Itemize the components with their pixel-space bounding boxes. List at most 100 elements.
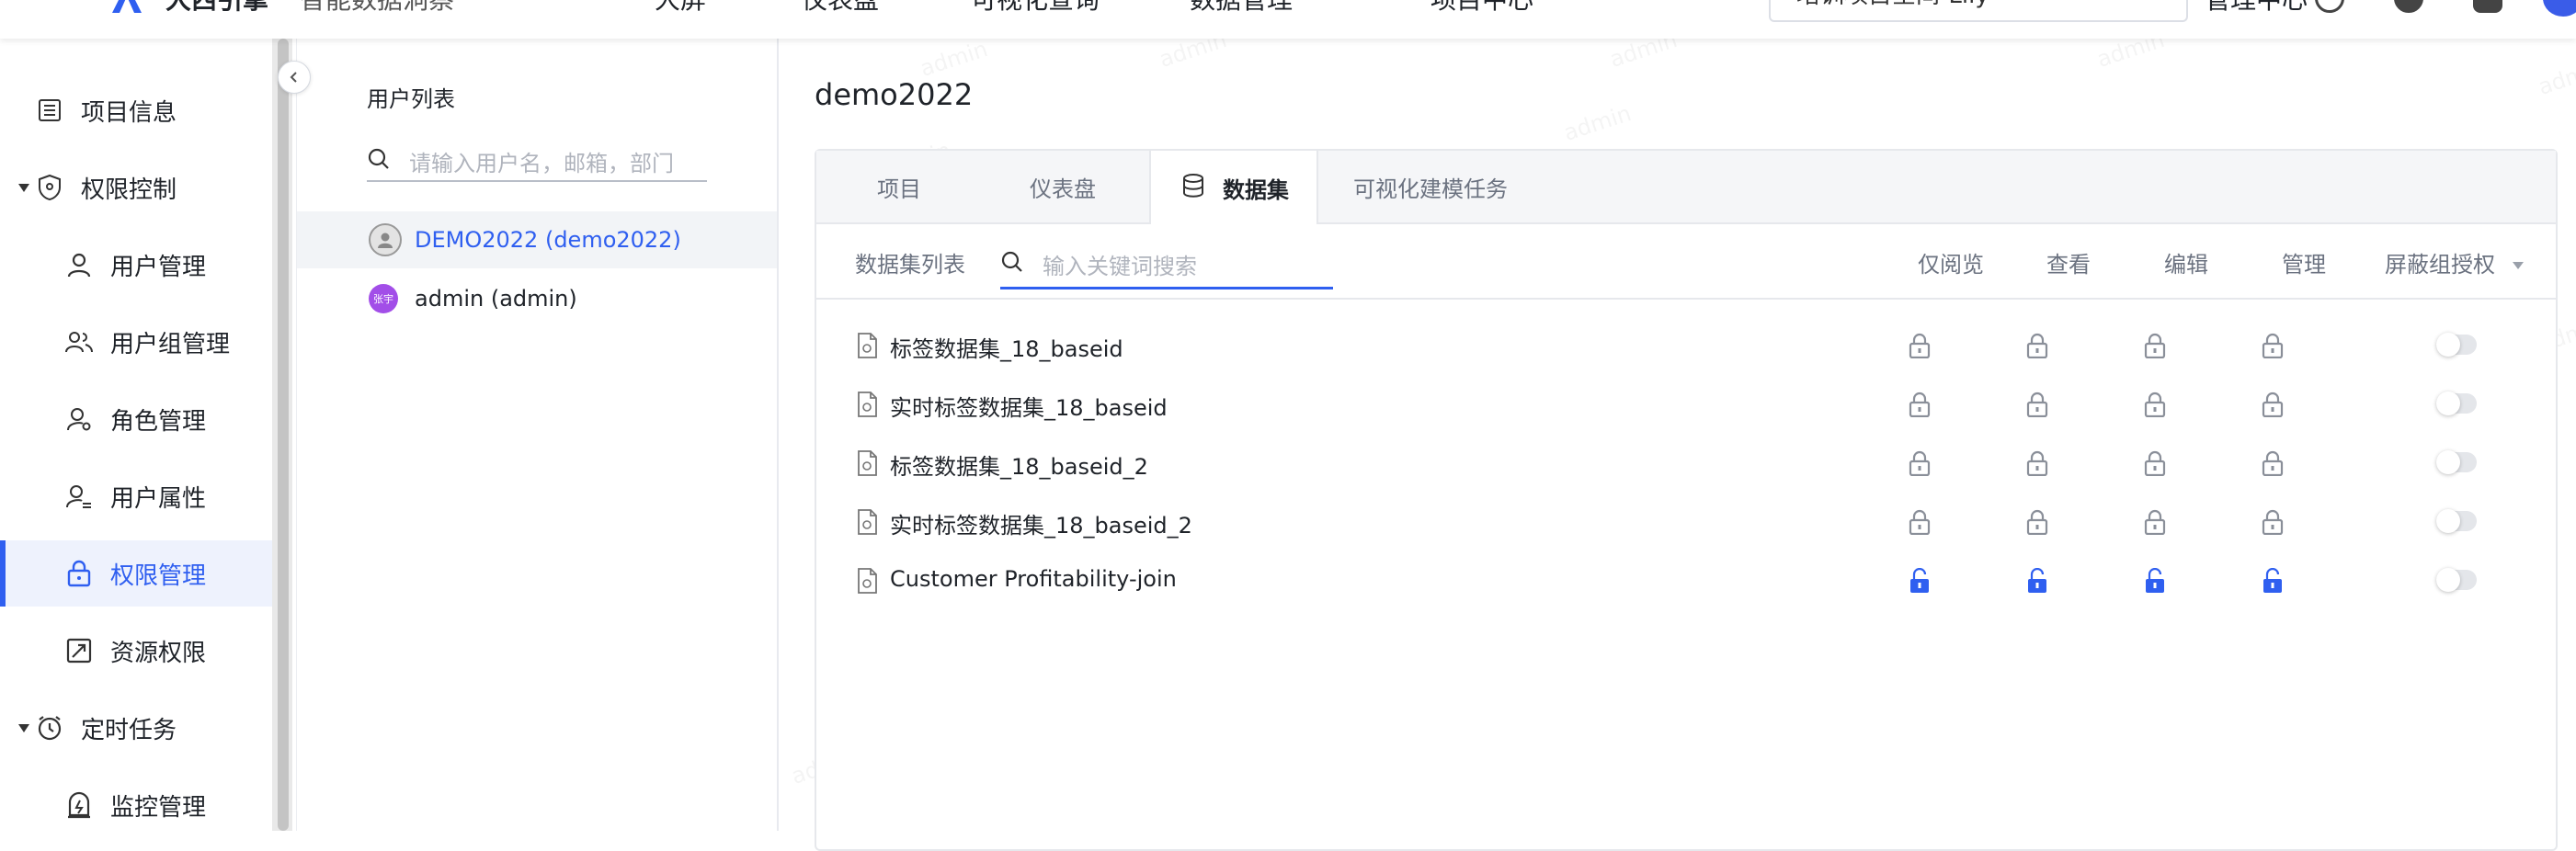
dataset-row[interactable]: 实时标签数据集_18_baseid_2 — [816, 493, 2556, 551]
info-icon[interactable] — [2315, 0, 2344, 13]
lock-icon-edit[interactable] — [2144, 450, 2166, 476]
column-header-edit: 编辑 — [2164, 252, 2208, 278]
dataset-file-icon — [858, 568, 877, 594]
user-attribute-icon — [64, 482, 94, 511]
user-list-panel: 用户列表 请输入用户名，邮箱，部门 DEMO2022 (demo2022) 张宇… — [296, 39, 779, 831]
unlock-icon-read-only[interactable] — [1909, 568, 1931, 594]
dataset-row[interactable]: 实时标签数据集_18_baseid — [816, 375, 2556, 434]
sidebar: 项目信息 权限控制 用户管理 用户组管理 角色管理 用户属性 权限管理 资源权限… — [0, 39, 272, 831]
lock-icon-view[interactable] — [2026, 391, 2048, 417]
lock-icon-view[interactable] — [2026, 450, 2048, 476]
unlock-icon-edit[interactable] — [2144, 568, 2166, 594]
chevron-left-icon — [290, 72, 297, 83]
resource-tabs: 项目 仪表盘 数据集 可视化建模任务 — [816, 151, 2556, 224]
dataset-name: 实时标签数据集_18_baseid_2 — [890, 513, 1192, 539]
dataset-list-label: 数据集列表 — [855, 252, 965, 278]
lock-icon-read-only[interactable] — [1909, 391, 1931, 417]
sidebar-group-permission-control[interactable]: 权限控制 — [0, 154, 272, 221]
lock-icon-read-only[interactable] — [1909, 450, 1931, 476]
clock-icon — [35, 713, 64, 743]
dataset-row[interactable]: 标签数据集_18_baseid_2 — [816, 434, 2556, 493]
top-bar: ··· 大西引擎 智能数据洞察 大屏 仪表盘 可视化查询 数据管理 项目中心 培… — [0, 0, 2576, 39]
lock-icon-read-only[interactable] — [1909, 509, 1931, 535]
nav-big-screen[interactable]: 大屏 — [655, 0, 706, 17]
lock-icon-edit[interactable] — [2144, 333, 2166, 358]
dataset-name: 标签数据集_18_baseid_2 — [890, 454, 1148, 480]
lock-icon-read-only[interactable] — [1909, 333, 1931, 358]
tab-project[interactable]: 项目 — [877, 151, 921, 222]
nav-data-management[interactable]: 数据管理 — [1190, 0, 1293, 17]
nav-dashboard[interactable]: 仪表盘 — [802, 0, 879, 17]
sidebar-item-monitor-management[interactable]: 监控管理 — [0, 772, 272, 838]
brand-name: 大西引擎 — [165, 0, 268, 17]
project-selector[interactable]: 培训项目空间-Lily — [1769, 0, 2188, 22]
help-icon[interactable] — [2394, 0, 2423, 13]
unlock-icon-manage[interactable] — [2262, 568, 2284, 594]
sidebar-item-project-info[interactable]: 项目信息 — [0, 77, 272, 143]
dataset-row[interactable]: 标签数据集_18_baseid — [816, 316, 2556, 375]
app-menu-icon[interactable]: ··· — [40, 0, 81, 18]
lock-icon-manage[interactable] — [2262, 450, 2284, 476]
admin-center-link[interactable]: 管理中心 — [2205, 0, 2308, 17]
unlock-icon-view[interactable] — [2026, 568, 2048, 594]
column-header-read-only: 仅阅览 — [1918, 252, 1984, 278]
user-icon — [64, 250, 94, 279]
dataset-file-icon — [858, 509, 877, 535]
dataset-list-header: 数据集列表 输入关键词搜索 仅阅览 查看 编辑 管理 屏蔽组授权 — [816, 224, 2556, 300]
block-group-auth-toggle[interactable] — [2436, 333, 2477, 357]
sidebar-item-resource-permissions[interactable]: 资源权限 — [0, 618, 272, 684]
user-list-title: 用户列表 — [367, 86, 455, 112]
watermark-text: admin — [2536, 54, 2576, 100]
sidebar-item-user-attributes[interactable]: 用户属性 — [0, 463, 272, 529]
nav-visual-query[interactable]: 可视化查询 — [971, 0, 1100, 17]
lock-icon-view[interactable] — [2026, 333, 2048, 358]
brand-logo-icon — [112, 0, 142, 13]
dataset-name: 实时标签数据集_18_baseid — [890, 395, 1168, 421]
nav-project-center[interactable]: 项目中心 — [1430, 0, 1533, 17]
user-list-item[interactable]: 张宇 admin (admin) — [297, 270, 777, 327]
dataset-name: Customer Profitability-join — [890, 566, 1177, 592]
tab-visual-modeling-task[interactable]: 可视化建模任务 — [1353, 151, 1508, 222]
collapse-sidebar-button[interactable] — [278, 61, 311, 94]
tab-dashboard[interactable]: 仪表盘 — [1030, 151, 1096, 222]
lock-icon-edit[interactable] — [2144, 509, 2166, 535]
dataset-file-icon — [858, 450, 877, 476]
lock-icon-manage[interactable] — [2262, 391, 2284, 417]
user-avatar-icon: 张宇 — [369, 284, 398, 313]
sidebar-scrollbar-thumb[interactable] — [278, 39, 289, 831]
tab-dataset[interactable]: 数据集 — [1149, 151, 1318, 224]
shield-icon — [35, 173, 64, 202]
list-icon — [35, 96, 64, 125]
block-group-auth-toggle[interactable] — [2436, 509, 2477, 533]
search-icon — [368, 148, 389, 169]
watermark-text: admin — [918, 36, 991, 82]
user-group-icon — [64, 327, 94, 357]
sidebar-item-role-management[interactable]: 角色管理 — [0, 386, 272, 452]
user-avatar[interactable] — [2543, 0, 2576, 17]
notification-icon[interactable] — [2473, 0, 2502, 13]
block-group-auth-toggle[interactable] — [2436, 450, 2477, 474]
lock-icon-view[interactable] — [2026, 509, 2048, 535]
column-header-block-group-auth[interactable]: 屏蔽组授权 — [2385, 246, 2525, 278]
resource-icon — [64, 636, 94, 665]
search-icon — [1001, 251, 1022, 272]
user-search-input[interactable]: 请输入用户名，邮箱，部门 — [367, 138, 707, 182]
column-header-manage: 管理 — [2282, 252, 2326, 278]
sidebar-item-permission-management[interactable]: 权限管理 — [0, 540, 272, 607]
sidebar-item-user-group-management[interactable]: 用户组管理 — [0, 309, 272, 375]
sidebar-item-user-management[interactable]: 用户管理 — [0, 232, 272, 298]
permission-card: 项目 仪表盘 数据集 可视化建模任务 数据集列表 输入关键词搜索 仅阅览 查看 … — [815, 149, 2558, 851]
page-title: demo2022 — [815, 77, 974, 112]
keyword-search-input[interactable]: 输入关键词搜索 — [1000, 235, 1333, 289]
lock-icon-manage[interactable] — [2262, 333, 2284, 358]
lock-icon-edit[interactable] — [2144, 391, 2166, 417]
block-group-auth-toggle[interactable] — [2436, 391, 2477, 415]
user-list-item[interactable]: DEMO2022 (demo2022) — [297, 211, 777, 268]
sidebar-group-scheduled-tasks[interactable]: 定时任务 — [0, 695, 272, 761]
dataset-file-icon — [858, 333, 877, 358]
column-header-view: 查看 — [2046, 252, 2091, 278]
lock-icon-manage[interactable] — [2262, 509, 2284, 535]
dataset-row[interactable]: Customer Profitability-join — [816, 551, 2556, 610]
dataset-name: 标签数据集_18_baseid — [890, 336, 1123, 362]
block-group-auth-toggle[interactable] — [2436, 568, 2477, 592]
